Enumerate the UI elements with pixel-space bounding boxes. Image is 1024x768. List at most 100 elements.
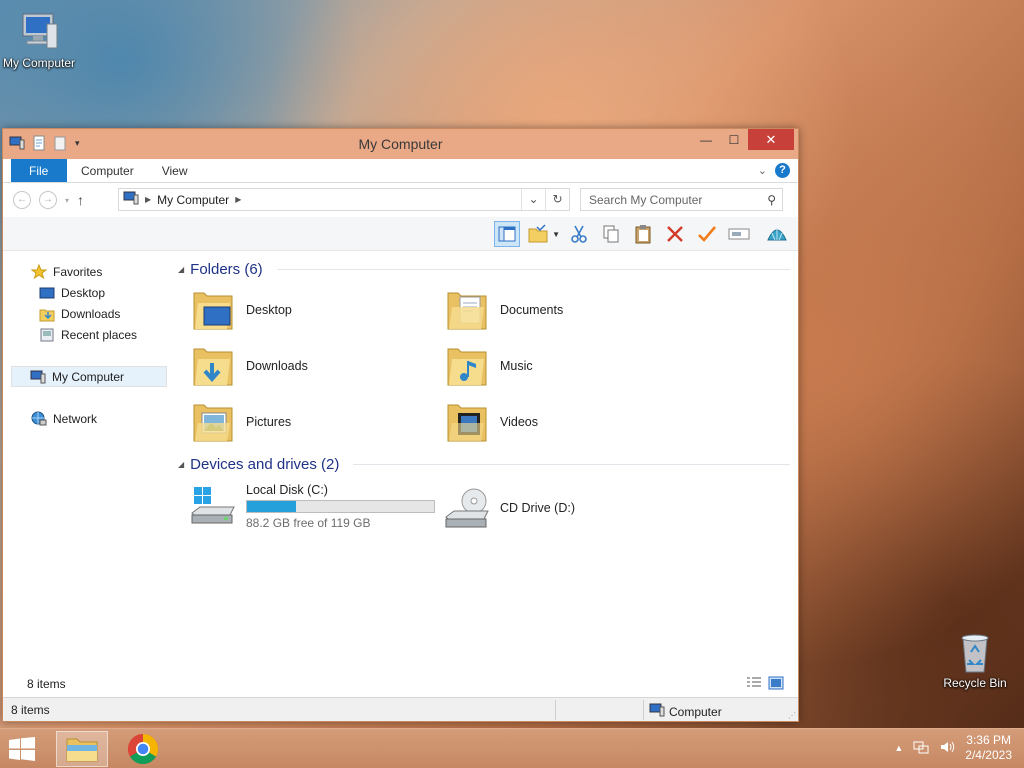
nav-my-computer-label: My Computer — [52, 369, 125, 384]
title-bar[interactable]: ▾ My Computer — ☐ ✕ — [3, 129, 798, 159]
drive-cd-d[interactable]: CD Drive (D:) — [444, 481, 694, 535]
videos-folder-icon — [444, 399, 490, 445]
maximize-button[interactable]: ☐ — [720, 129, 748, 150]
drive-local-disk-c[interactable]: Local Disk (C:) 88.2 GB free of 119 GB — [190, 479, 450, 533]
nav-desktop[interactable]: Desktop — [3, 282, 171, 303]
desktop-icon-recycle-bin[interactable]: Recycle Bin — [930, 630, 1020, 690]
cd-drive-icon — [444, 485, 490, 531]
up-arrow-icon[interactable]: ↑ — [77, 192, 84, 208]
system-tray: ▲ 3:36 PM 2/4/2023 — [894, 733, 1012, 763]
refresh-icon[interactable]: ↻ — [545, 189, 569, 210]
nav-network[interactable]: Network — [3, 408, 171, 429]
taskbar-chrome[interactable] — [117, 731, 169, 767]
taskbar-file-explorer[interactable] — [56, 731, 108, 767]
minimize-button[interactable]: — — [692, 129, 720, 150]
folder-label: Documents — [500, 303, 564, 317]
content-pane: ◢ Folders (6) Desktop Documents Download… — [27, 251, 792, 697]
drive-usage-fill — [247, 500, 296, 512]
delete-icon[interactable] — [662, 221, 688, 247]
desktop-icon-my-computer[interactable]: My Computer — [0, 10, 84, 70]
checkmark-icon[interactable] — [694, 221, 720, 247]
folder-videos[interactable]: Videos — [444, 395, 694, 449]
volume-icon[interactable] — [939, 739, 955, 758]
nav-recent-places-label: Recent places — [61, 327, 138, 342]
folder-pictures[interactable]: Pictures — [190, 395, 440, 449]
nav-favorites[interactable]: Favorites — [3, 261, 171, 282]
desktop-icon-label: Recycle Bin — [943, 676, 1007, 690]
paste-icon[interactable] — [630, 221, 656, 247]
computer-icon — [123, 190, 139, 209]
star-icon — [30, 263, 48, 280]
computer-icon — [30, 369, 46, 385]
breadcrumb-my-computer[interactable]: My Computer — [157, 193, 229, 207]
taskbar: ▲ 3:36 PM 2/4/2023 — [0, 728, 1024, 768]
breadcrumb-separator-icon[interactable]: ▶ — [145, 195, 151, 204]
tab-computer[interactable]: Computer — [67, 159, 148, 182]
copy-icon[interactable] — [598, 221, 624, 247]
folder-downloads[interactable]: Downloads — [190, 339, 440, 393]
downloads-folder-icon — [190, 343, 236, 389]
computer-icon — [649, 702, 665, 721]
hard-drive-icon — [190, 483, 236, 529]
navigation-pane: Favorites Desktop Downloads Recent place… — [3, 251, 171, 697]
large-icons-view-icon[interactable] — [768, 676, 784, 693]
rename-icon[interactable] — [726, 221, 752, 247]
clock[interactable]: 3:36 PM 2/4/2023 — [965, 733, 1012, 763]
desktop-folder-icon — [190, 287, 236, 333]
nav-my-computer[interactable]: My Computer — [11, 366, 167, 387]
folder-documents[interactable]: Documents — [444, 283, 694, 337]
address-dropdown-icon[interactable]: ⌄ — [521, 189, 545, 210]
nav-downloads[interactable]: Downloads — [3, 303, 171, 324]
computer-icon — [17, 10, 61, 54]
drive-label: CD Drive (D:) — [500, 501, 575, 515]
resize-grip-icon[interactable]: ⋰ — [788, 711, 796, 720]
folder-label: Music — [500, 359, 533, 373]
tab-view[interactable]: View — [148, 159, 202, 182]
documents-folder-icon — [444, 287, 490, 333]
recent-locations-icon[interactable]: ▾ — [65, 196, 69, 205]
shell-icon[interactable] — [764, 221, 790, 247]
status-items-count: 8 items — [11, 703, 50, 717]
forward-button[interactable]: → — [39, 191, 57, 209]
ribbon-tabs: File Computer View ⌄ ? — [3, 159, 798, 183]
close-button[interactable]: ✕ — [748, 129, 794, 150]
cut-icon[interactable] — [566, 221, 592, 247]
navigation-pane-icon[interactable] — [494, 221, 521, 247]
back-button[interactable]: ← — [13, 191, 31, 209]
search-placeholder: Search My Computer — [589, 192, 703, 207]
file-explorer-icon — [66, 738, 98, 762]
nav-favorites-label: Favorites — [53, 264, 103, 279]
window-title: My Computer — [358, 136, 443, 152]
folder-desktop[interactable]: Desktop — [190, 283, 440, 337]
group-header-folders[interactable]: ◢ Folders (6) — [178, 261, 790, 278]
breadcrumb-separator-icon[interactable]: ▶ — [235, 195, 241, 204]
show-hidden-icons-icon[interactable]: ▲ — [894, 743, 903, 753]
folder-label: Videos — [500, 415, 538, 429]
collapse-icon[interactable]: ◢ — [178, 460, 184, 469]
network-tray-icon[interactable] — [913, 739, 929, 758]
drive-free-space: 88.2 GB free of 119 GB — [246, 515, 371, 530]
group-header-drives[interactable]: ◢ Devices and drives (2) — [178, 456, 790, 473]
folder-options-icon[interactable] — [526, 221, 552, 247]
recycle-bin-icon — [953, 630, 997, 674]
address-bar[interactable]: ▶ My Computer ▶ ⌄ ↻ — [118, 188, 570, 211]
help-icon[interactable]: ? — [775, 163, 790, 178]
details-view-icon[interactable] — [746, 676, 762, 693]
nav-network-label: Network — [53, 411, 98, 426]
nav-desktop-label: Desktop — [61, 285, 106, 300]
drive-usage-bar — [246, 499, 435, 513]
start-button[interactable] — [8, 737, 36, 764]
expand-ribbon-icon[interactable]: ⌄ — [758, 164, 767, 177]
search-icon[interactable]: ⚲ — [767, 193, 776, 207]
tab-file[interactable]: File — [11, 159, 67, 182]
folder-options-dropdown-icon[interactable]: ▼ — [552, 230, 560, 239]
drive-label: Local Disk (C:) — [246, 482, 328, 497]
status-zone: Computer — [669, 704, 722, 719]
music-folder-icon — [444, 343, 490, 389]
search-input[interactable]: Search My Computer ⚲ — [580, 188, 783, 211]
folder-music[interactable]: Music — [444, 339, 694, 393]
collapse-icon[interactable]: ◢ — [178, 265, 184, 274]
network-icon — [31, 411, 47, 427]
folder-label: Pictures — [246, 415, 292, 429]
nav-recent-places[interactable]: Recent places — [3, 324, 171, 345]
